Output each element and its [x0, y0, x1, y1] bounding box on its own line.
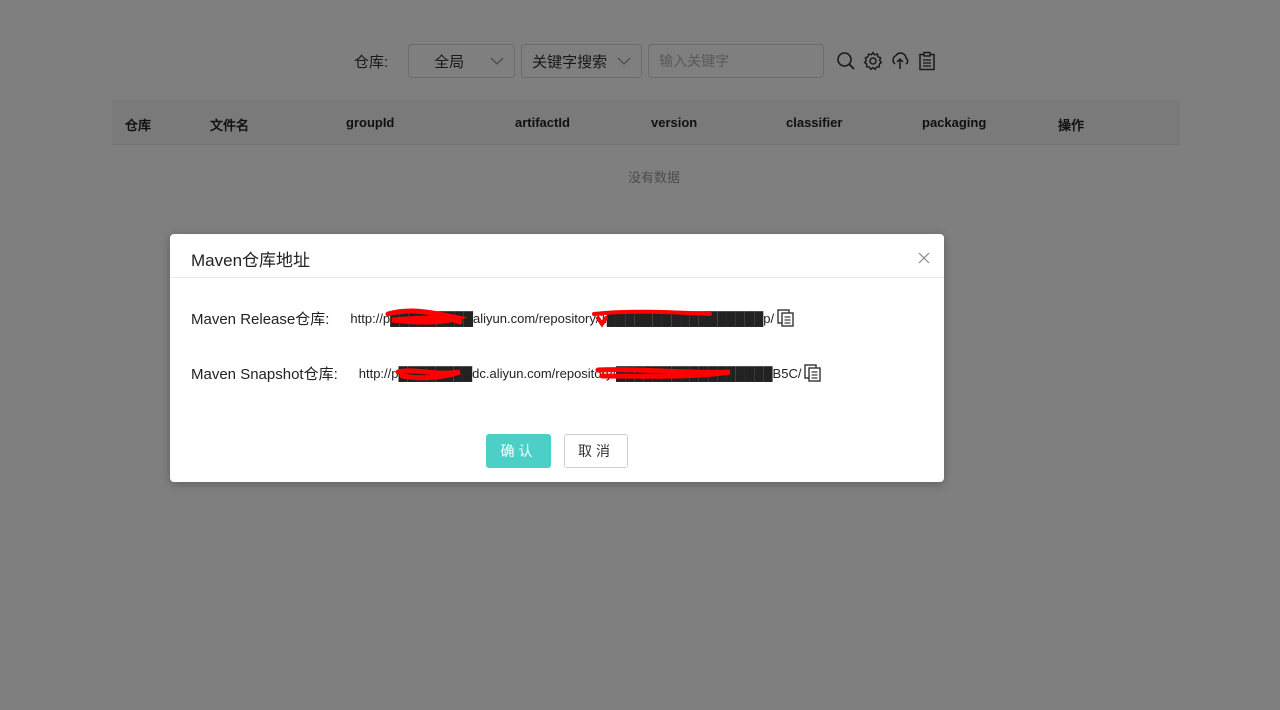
snapshot-repo-label: Maven Snapshot仓库: — [191, 365, 338, 383]
close-icon[interactable] — [918, 252, 930, 264]
cancel-button[interactable]: 取消 — [564, 434, 628, 468]
release-repo-label: Maven Release仓库: — [191, 310, 330, 328]
confirm-button[interactable]: 确认 — [486, 434, 551, 468]
snapshot-repo-url: http://p████████dc.aliyun.com/repository… — [358, 365, 802, 381]
snapshot-repo-row: Maven Snapshot仓库: http://p████████dc.ali… — [191, 361, 823, 385]
copy-icon[interactable] — [803, 363, 823, 383]
maven-repo-dialog: Maven仓库地址 Maven Release仓库: http://p█████… — [170, 234, 944, 482]
copy-icon[interactable] — [776, 308, 796, 328]
dialog-title: Maven仓库地址 — [191, 251, 311, 270]
release-repo-url: http://p█████████aliyun.com/repository/1… — [350, 310, 775, 326]
dialog-header: Maven仓库地址 — [170, 234, 944, 278]
release-repo-row: Maven Release仓库: http://p█████████aliyun… — [191, 306, 796, 330]
page: 仓库: 全局 关键字搜索 仓库 文件名 groupId artifactId — [0, 0, 1280, 710]
